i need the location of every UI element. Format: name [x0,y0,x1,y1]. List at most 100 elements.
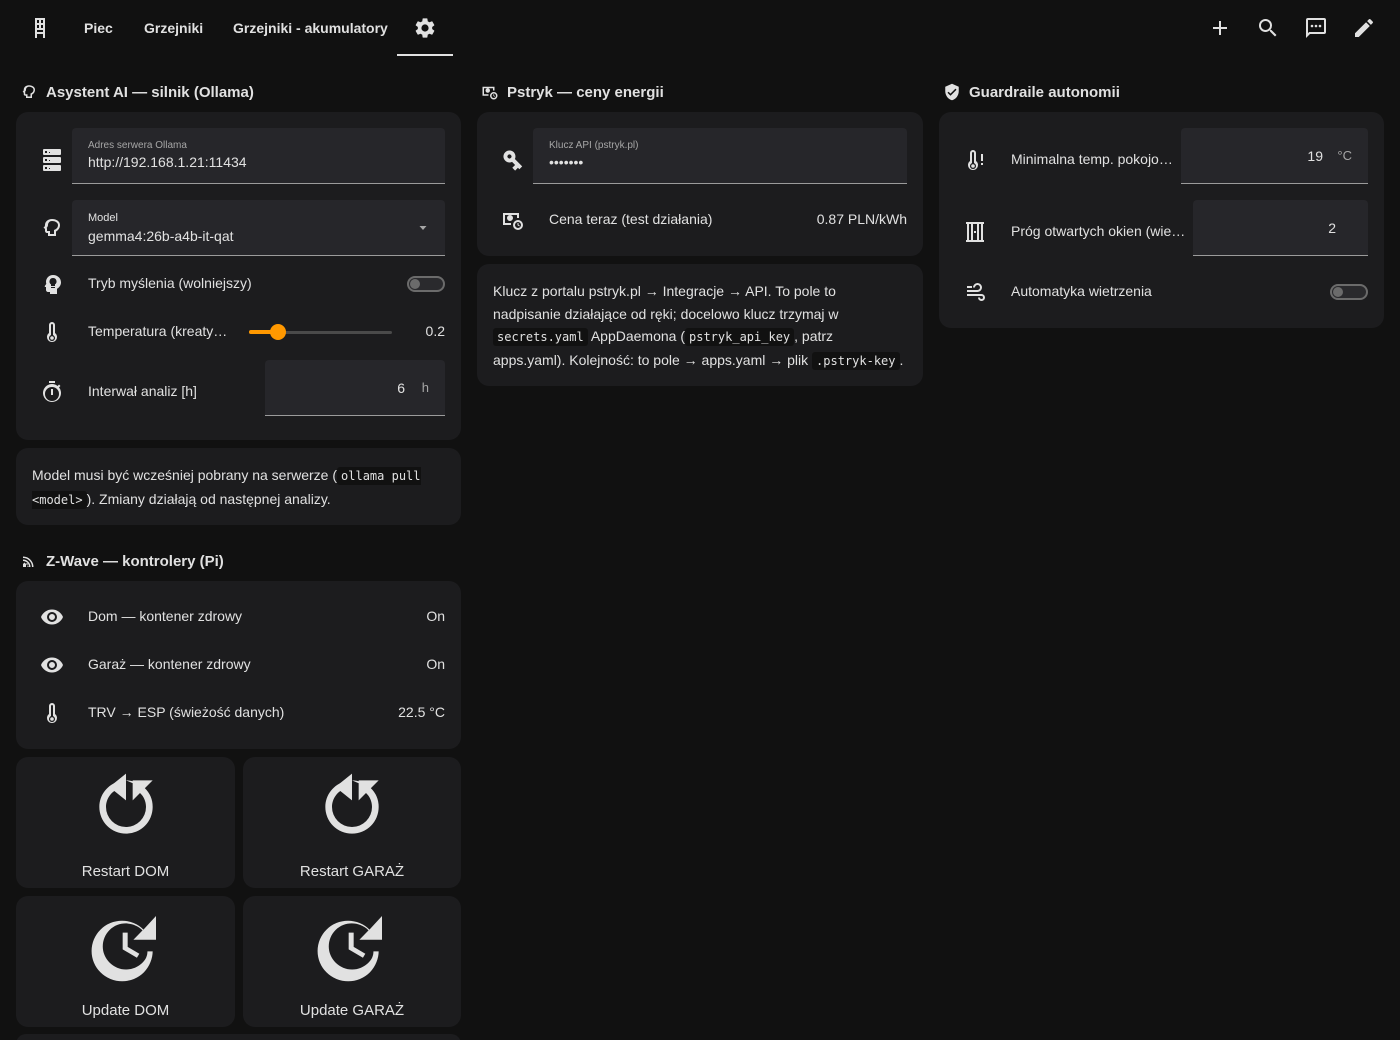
ollama-server-field[interactable]: Adres serwera Ollama http://192.168.1.21… [72,128,445,184]
ventilation-automation-toggle[interactable] [1330,282,1368,302]
pstryk-entities-card: Klucz API (pstryk.pl) ••••••• Cena teraz… [477,112,923,256]
min-temp-unit: °C [1337,148,1352,163]
interval-unit: h [421,380,429,395]
restart-garaz-label: Restart GARAŻ [299,863,405,880]
price-now-label: Cena teraz (test działania) [549,211,713,227]
min-temp-label: Minimalna temp. pokojo… [1011,151,1173,167]
update-dom-button[interactable]: Update DOM [16,896,235,1027]
zwave-garaz-label: Garaż — kontener zdrowy [88,656,251,672]
home-assistant-logo-icon[interactable] [28,16,52,40]
pstryk-note-text-2: AppDaemona ( [590,328,685,344]
server-icon [43,149,61,171]
open-windows-threshold-input[interactable]: 2 [1193,200,1368,256]
pstryk-note-card: Klucz z portalu pstryk.pl → Integracje →… [477,264,923,386]
search-icon[interactable] [1256,16,1280,40]
pstryk-api-key-label: Klucz API (pstryk.pl) [549,140,639,151]
ai-entities-card: Adres serwera Ollama http://192.168.1.21… [16,112,461,440]
tab-grzejniki[interactable]: Grzejniki [144,0,203,56]
pencil-icon[interactable] [1352,16,1376,40]
tab-grzejniki-akumulatory[interactable]: Grzejniki - akumulatory [233,0,388,56]
min-temp-input[interactable]: 19 °C [1181,128,1368,184]
pstryk-api-key-field[interactable]: Klucz API (pstryk.pl) ••••••• [533,128,907,184]
pstryk-note-code-key: pstryk_api_key [685,328,795,346]
zwave-icon [23,556,34,567]
guard-entities-card: Minimalna temp. pokojo… 19 °C Próg otwar… [939,112,1384,328]
zwave-garaz-value: On [426,656,445,672]
plus-icon[interactable] [1208,16,1232,40]
brain-icon [22,85,35,98]
zwave-dom-value: On [426,608,445,624]
update-icon [317,916,382,982]
restart-dom-label: Restart DOM [81,863,170,880]
zwave-section-title: Z-Wave — kontrolery (Pi) [20,549,224,573]
restart-garaz-button[interactable]: Restart GARAŻ [243,757,461,888]
temperature-value: 0.2 [425,323,445,339]
ai-note-card: Model musi być wcześniej pobrany na serw… [16,448,461,525]
update-garaz-button[interactable]: Update GARAŻ [243,896,461,1027]
thermometer-icon [47,322,57,342]
pstryk-api-key-value: ••••••• [549,154,584,170]
ventilation-automation-label: Automatyka wietrzenia [1011,283,1152,299]
thinking-mode-label: Tryb myślenia (wolniejszy) [88,275,252,291]
guard-section-title: Guardraile autonomii [943,80,1120,104]
pstryk-section-title: Pstryk — ceny energii [481,80,664,104]
cash-clock-icon [482,86,498,100]
price-now-value: 0.87 PLN/kWh [816,211,907,227]
temperature-slider-handle[interactable] [269,324,286,340]
next-card-partial [16,1034,461,1040]
eye-icon [41,657,63,673]
interval-label: Interwał analiz [h] [88,383,197,399]
model-label: Model [88,212,118,224]
model-select[interactable]: Model gemma4:26b-a4b-it-qat [72,200,445,256]
interval-value: 6 [397,379,405,396]
pstryk-note-code-secrets: secrets.yaml [493,328,588,346]
thinking-mode-toggle[interactable] [407,274,445,294]
pstryk-note-text: Klucz z portalu pstryk.pl → Integracje →… [493,283,839,322]
head-lightbulb-icon [44,275,61,294]
ollama-server-label: Adres serwera Ollama [88,140,187,151]
min-temp-value: 19 [1307,147,1323,164]
restart-icon [98,773,153,834]
thermometer-icon [47,703,57,723]
trv-esp-label: TRV → ESP (świeżość danych) [88,704,285,720]
pstryk-note-code-file: .pstryk-key [812,351,900,370]
ai-section-title-text: Asystent AI — silnik (Ollama) [46,83,254,101]
restart-icon [325,773,379,834]
ai-note-text-end: ). Zmiany działają od następnej analizy. [86,490,331,507]
ai-note-text: Model musi być wcześniej pobrany na serw… [32,467,338,483]
tab-settings[interactable] [397,0,453,56]
restart-dom-button[interactable]: Restart DOM [16,757,235,888]
dropdown-arrow-icon[interactable] [417,222,429,234]
timer-icon [43,381,62,403]
thermometer-alert-icon [968,150,983,170]
brain-icon [43,219,60,236]
tab-piec[interactable]: Piec [84,0,113,56]
cash-clock-icon [503,213,523,230]
weather-windy-icon [967,283,985,301]
guard-section-title-text: Guardraile autonomii [969,83,1120,101]
open-windows-threshold-value: 2 [1328,219,1336,236]
top-app-bar: Piec Grzejniki Grzejniki - akumulatory [0,0,1400,56]
ai-section-title: Asystent AI — silnik (Ollama) [20,80,254,104]
key-icon [503,150,523,171]
trv-esp-value: 22.5 °C [398,704,445,720]
eye-icon [41,609,63,625]
gear-icon [415,18,435,38]
zwave-entities-card: Dom — kontener zdrowy On Garaż — kontene… [16,581,461,749]
pstryk-section-title-text: Pstryk — ceny energii [507,83,664,101]
pstryk-note-text-4: . [899,351,904,368]
update-icon [91,916,156,982]
assist-chat-icon[interactable] [1304,16,1328,40]
zwave-dom-label: Dom — kontener zdrowy [88,608,243,624]
zwave-section-title-text: Z-Wave — kontrolery (Pi) [46,552,224,570]
model-value: gemma4:26b-a4b-it-qat [88,228,234,244]
update-garaz-label: Update GARAŻ [299,1002,405,1019]
shield-check-icon [945,83,959,101]
ollama-server-value: http://192.168.1.21:11434 [88,154,247,170]
temperature-label: Temperatura (kreaty… [88,323,228,339]
open-windows-threshold-label: Próg otwartych okien (wie… [1011,223,1186,239]
window-open-icon [966,222,984,242]
active-tab-indicator [397,54,453,56]
interval-input[interactable]: 6 h [265,360,445,416]
update-dom-label: Update DOM [81,1002,170,1019]
